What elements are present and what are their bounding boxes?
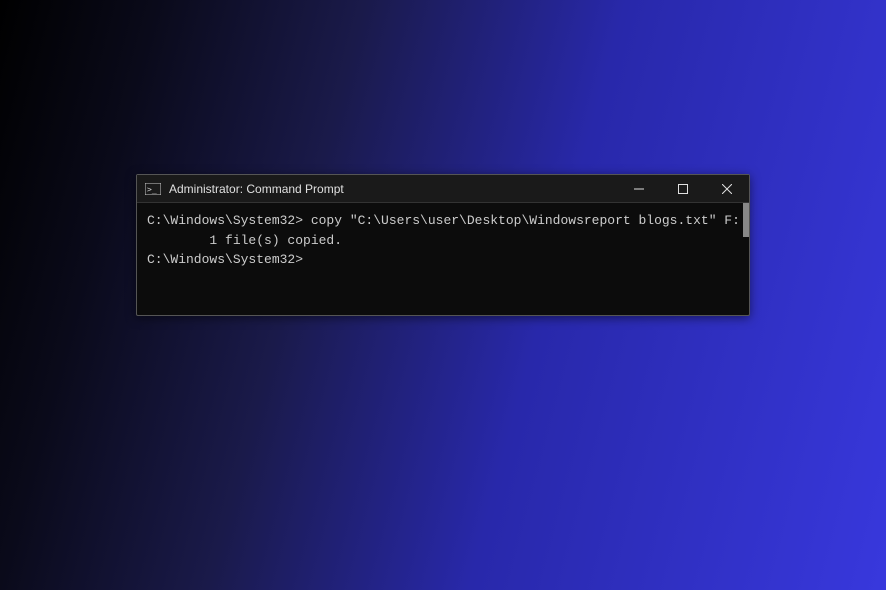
window-controls bbox=[617, 175, 749, 202]
terminal-line: C:\Windows\System32> copy "C:\Users\user… bbox=[147, 211, 739, 231]
terminal-output[interactable]: C:\Windows\System32> copy "C:\Users\user… bbox=[137, 203, 749, 315]
window-title: Administrator: Command Prompt bbox=[169, 182, 617, 196]
command-prompt-window: >_ Administrator: Command Prompt bbox=[136, 174, 750, 316]
titlebar[interactable]: >_ Administrator: Command Prompt bbox=[137, 175, 749, 203]
minimize-button[interactable] bbox=[617, 175, 661, 202]
scrollbar-thumb[interactable] bbox=[743, 203, 749, 237]
terminal-line: C:\Windows\System32> bbox=[147, 250, 739, 270]
terminal-line: 1 file(s) copied. bbox=[147, 231, 739, 251]
svg-text:>_: >_ bbox=[147, 185, 157, 194]
close-button[interactable] bbox=[705, 175, 749, 202]
maximize-button[interactable] bbox=[661, 175, 705, 202]
cmd-icon: >_ bbox=[145, 182, 161, 196]
